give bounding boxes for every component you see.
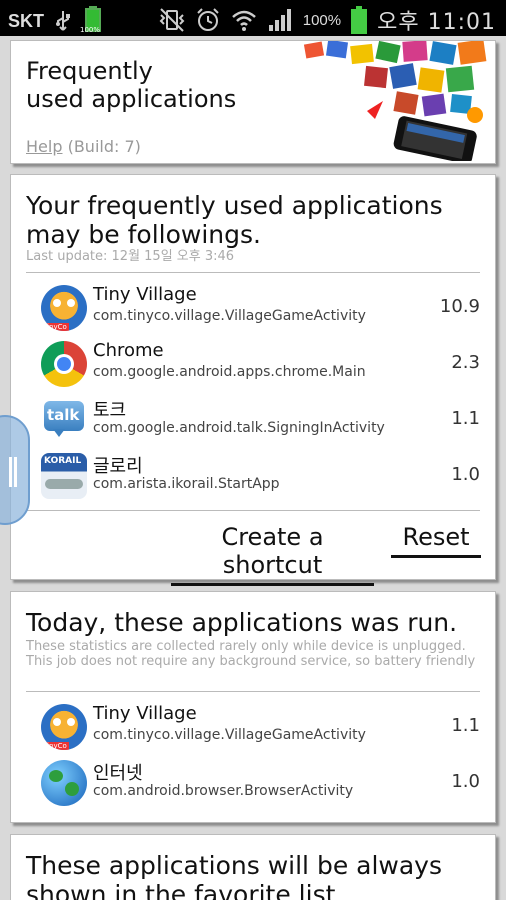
frequent-apps-card: Your frequently used applications may be… [10,174,496,586]
divider [26,510,480,511]
talk-icon-text: talk [47,406,80,424]
list-item[interactable]: Chrome com.google.android.apps.chrome.Ma… [41,337,480,393]
side-drawer-handle[interactable] [0,415,30,525]
grip-icon [9,457,12,487]
app-name: Chrome [93,340,164,361]
battery-charging-icon: 100% [80,6,104,36]
app-package: com.google.android.talk.SigningInActivit… [93,420,385,436]
tinyco-badge: TinyCo [41,742,69,750]
app-score: 1.0 [451,464,480,485]
build-label: (Build: 7) [67,137,141,156]
battery-icon [351,6,368,34]
wifi-icon [231,10,256,31]
header-card: Frequently used applications Help (Build… [10,40,496,164]
alarm-icon [197,8,219,31]
list-item[interactable]: KORAIL 글로리 com.arista.ikorail.StartApp 1… [41,449,480,505]
last-update-label: Last update: 12월 15일 오후 3:46 [26,249,235,264]
usb-icon [56,11,70,31]
today-note: These statistics are collected rarely on… [26,639,476,669]
divider [26,272,480,273]
today-apps-card: Today, these applications was run. These… [10,591,496,823]
app-package: com.tinyco.village.VillageGameActivity [93,727,366,743]
favorites-title: These applications will be always shown … [26,851,443,900]
battery-small-label: 100% [80,26,101,34]
reset-button[interactable]: Reset [391,523,481,558]
battery-percent: 100% [302,11,342,29]
app-score: 10.9 [439,296,480,317]
list-item[interactable]: TinyCo Tiny Village com.tinyco.village.V… [41,281,480,337]
app-score: 1.1 [451,408,480,429]
list-item[interactable]: TinyCo Tiny Village com.tinyco.village.V… [41,700,480,756]
carrier-label: SKT [8,10,44,31]
app-package: com.google.android.apps.chrome.Main [93,364,366,380]
korail-icon-text: KORAIL [44,456,82,466]
app-name: Tiny Village [93,284,197,305]
app-package: com.arista.ikorail.StartApp [93,476,280,492]
create-shortcut-button[interactable]: Create a shortcut [171,523,374,586]
page-title: Frequently used applications [26,57,237,113]
app-score: 2.3 [451,352,480,373]
list-item[interactable]: 인터넷 com.android.browser.BrowserActivity … [41,756,480,812]
help-line: Help (Build: 7) [26,137,141,156]
app-package: com.android.browser.BrowserActivity [93,783,354,799]
divider [26,691,480,692]
clock: 오후 11:01 [377,10,496,35]
chrome-icon [41,341,87,387]
app-name: Tiny Village [93,703,197,724]
tiny-village-icon: TinyCo [41,285,87,331]
app-score: 1.0 [451,771,480,792]
frequent-title: Your frequently used applications may be… [26,191,443,249]
app-icons-illustration [303,41,487,161]
vibrate-icon [159,8,185,32]
signal-icon [268,9,291,31]
favorites-card: These applications will be always shown … [10,834,496,900]
app-name: 글로리 [93,456,143,477]
app-name: 인터넷 [93,763,143,784]
app-package: com.tinyco.village.VillageGameActivity [93,308,366,324]
app-name: 토크 [93,400,127,421]
talk-icon: talk [41,397,87,443]
tiny-village-icon: TinyCo [41,704,87,750]
korail-icon: KORAIL [41,453,87,499]
today-title: Today, these applications was run. [26,608,458,637]
app-score: 1.1 [451,715,480,736]
status-bar: SKT 100% 100% 오후 11:01 [0,0,506,36]
list-item[interactable]: talk 토크 com.google.android.talk.SigningI… [41,393,480,449]
globe-icon [41,760,87,806]
tinyco-badge: TinyCo [41,323,69,331]
help-link[interactable]: Help [26,137,62,156]
